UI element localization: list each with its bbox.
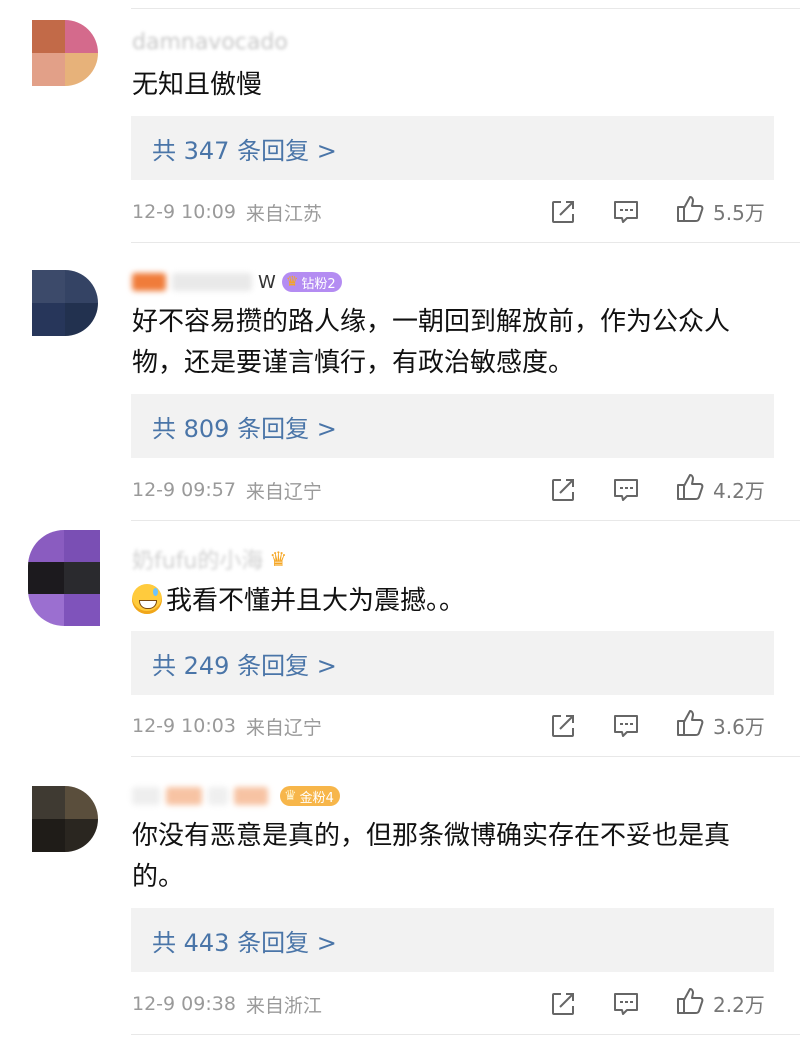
comment-time: 12-9 09:38 <box>132 993 236 1015</box>
username-blur <box>234 787 268 805</box>
comment-text-content: 好不容易攒的路人缘，一朝回到解放前，作为公众人物，还是要谨言慎行，有政治敏感度。 <box>132 307 731 378</box>
repost-icon[interactable] <box>549 198 577 226</box>
avatar[interactable] <box>32 20 98 86</box>
view-replies-button[interactable]: 共 443 条回复 > <box>131 908 774 972</box>
username[interactable]: 奶fufu的小海 ♛ <box>132 545 288 574</box>
top-divider <box>131 8 800 9</box>
comment-icon[interactable] <box>612 712 640 740</box>
comment-location: 来自辽宁 <box>245 480 322 503</box>
like-button[interactable]: 4.2万 <box>675 472 765 507</box>
comment-time: 12-9 09:57 <box>132 479 236 501</box>
fan-badge: ♛ 金粉4 <box>280 786 340 806</box>
like-count: 2.2万 <box>713 992 765 1017</box>
username-blur <box>132 273 166 291</box>
comment-icon[interactable] <box>612 990 640 1018</box>
comment-text-content: 你没有恶意是真的，但那条微博确实存在不妥也是真的。 <box>132 821 731 892</box>
thumbs-up-icon <box>675 472 705 507</box>
username[interactable]: W ♛ 钻粉2 <box>132 268 342 296</box>
like-button[interactable]: 5.5万 <box>675 194 765 229</box>
username[interactable]: damnavocado <box>132 28 288 56</box>
avatar[interactable] <box>28 530 100 626</box>
comment-divider <box>131 520 800 521</box>
view-replies-button[interactable]: 共 249 条回复 > <box>131 631 774 695</box>
thumbs-up-icon <box>675 194 705 229</box>
comment-text-content: 无知且傲慢 <box>132 70 263 100</box>
thumbs-up-icon <box>675 986 705 1021</box>
fan-badge-label: 钻粉2 <box>301 276 336 292</box>
username-text: 奶fufu的小海 <box>132 549 264 574</box>
comment-divider <box>131 756 800 757</box>
thumbs-up-icon <box>675 708 705 743</box>
comment-meta: 12-9 09:38 来自浙江 <box>132 990 322 1018</box>
comment-meta: 12-9 10:03 来自辽宁 <box>132 712 322 740</box>
fan-badge: ♛ 钻粉2 <box>281 272 342 292</box>
comment-text-content: 我看不懂并且大为震撼。。 <box>166 586 466 616</box>
comment-text: 你没有恶意是真的，但那条微博确实存在不妥也是真的。 <box>132 816 772 898</box>
comment-time: 12-9 10:09 <box>132 201 236 223</box>
view-replies-button[interactable]: 共 347 条回复 > <box>131 116 774 180</box>
crown-icon: ♛ <box>285 274 299 290</box>
comment-meta: 12-9 09:57 来自辽宁 <box>132 476 322 504</box>
fan-badge-label: 金粉4 <box>299 790 334 806</box>
like-button[interactable]: 2.2万 <box>675 986 765 1021</box>
avatar[interactable] <box>32 270 98 336</box>
repost-icon[interactable] <box>549 712 577 740</box>
like-button[interactable]: 3.6万 <box>675 708 765 743</box>
comment-divider <box>131 242 800 243</box>
username-text: W <box>258 271 276 293</box>
replies-label: 共 347 条回复 > <box>152 136 337 165</box>
crown-icon: ♛ <box>284 788 297 804</box>
comment-divider <box>131 1034 800 1035</box>
comment-time: 12-9 10:03 <box>132 715 236 737</box>
comment-location: 来自江苏 <box>245 202 322 225</box>
view-replies-button[interactable]: 共 809 条回复 > <box>131 394 774 458</box>
username-blur <box>208 787 228 805</box>
like-count: 3.6万 <box>713 714 765 739</box>
comment-location: 来自辽宁 <box>245 716 322 739</box>
comment-meta: 12-9 10:09 来自江苏 <box>132 198 322 226</box>
avatar[interactable] <box>32 786 98 852</box>
grin-sweat-emoji <box>132 584 162 614</box>
username-text: damnavocado <box>132 29 288 55</box>
repost-icon[interactable] <box>549 990 577 1018</box>
username[interactable]: ♛ 金粉4 <box>132 782 340 810</box>
repost-icon[interactable] <box>549 476 577 504</box>
replies-label: 共 443 条回复 > <box>152 928 337 957</box>
username-blur <box>166 787 202 805</box>
comment-icon[interactable] <box>612 198 640 226</box>
comment-icon[interactable] <box>612 476 640 504</box>
username-blur <box>172 273 252 291</box>
crown-badge-icon: ♛ <box>269 547 288 571</box>
like-count: 5.5万 <box>713 200 765 225</box>
comment-text: 无知且傲慢 <box>132 65 772 106</box>
like-count: 4.2万 <box>713 478 765 503</box>
comment-text: 我看不懂并且大为震撼。。 <box>132 581 772 622</box>
comment-location: 来自浙江 <box>245 994 322 1017</box>
comment-text: 好不容易攒的路人缘，一朝回到解放前，作为公众人物，还是要谨言慎行，有政治敏感度。 <box>132 302 772 384</box>
replies-label: 共 809 条回复 > <box>152 414 337 443</box>
username-blur <box>132 787 160 805</box>
replies-label: 共 249 条回复 > <box>152 651 337 680</box>
